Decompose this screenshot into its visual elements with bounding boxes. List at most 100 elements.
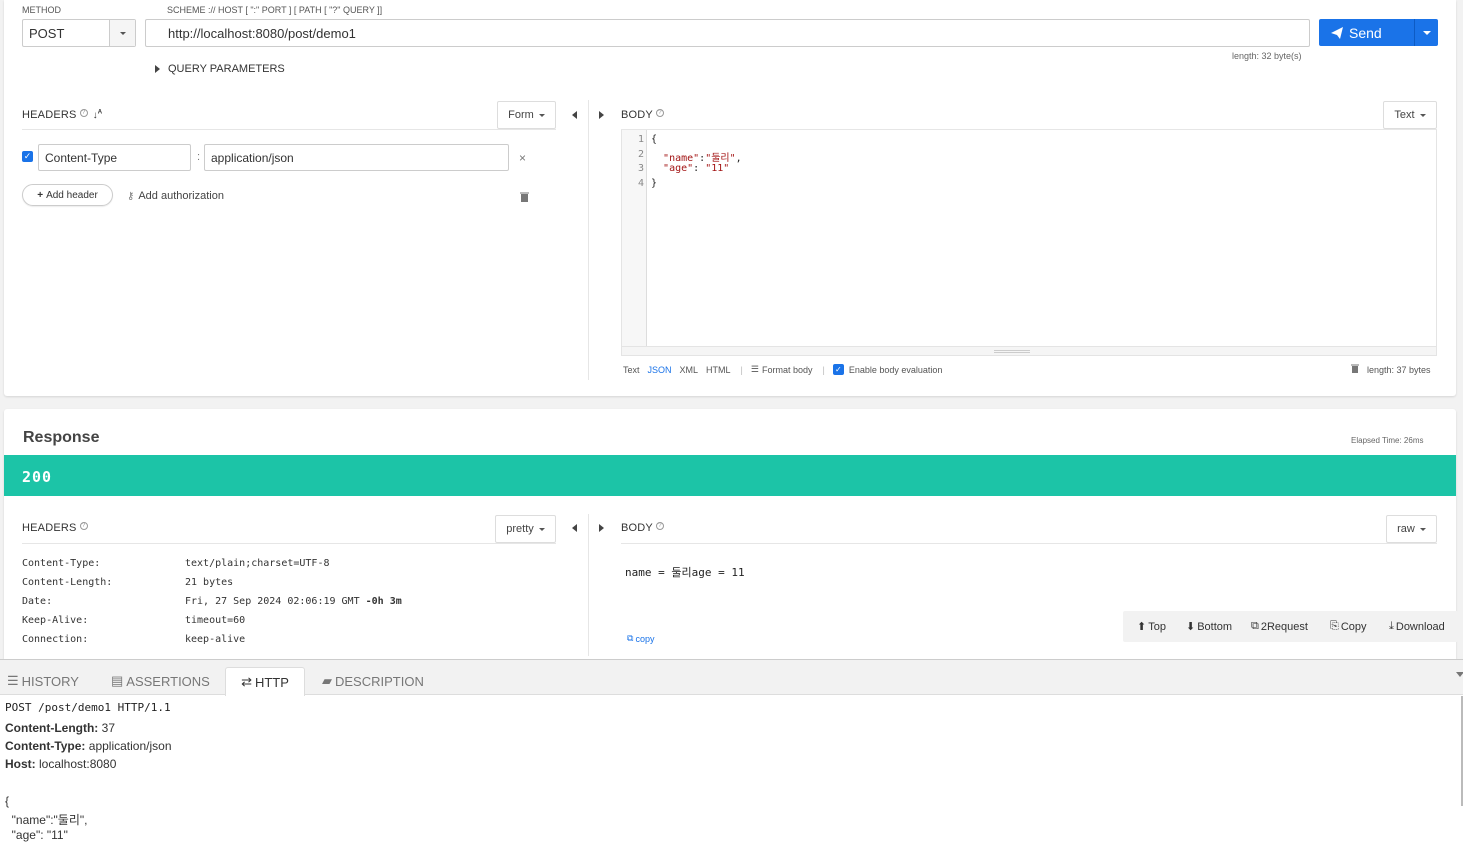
format-json-link[interactable]: JSON — [648, 365, 672, 375]
clear-body-icon[interactable] — [1351, 364, 1359, 375]
request-body-label: BODY — [621, 109, 653, 121]
tasks-icon: ▤ — [111, 673, 124, 688]
panel-splitter[interactable] — [588, 100, 589, 380]
duplicate-icon: ⧉ — [1251, 620, 1259, 632]
format-body-icon: ☰ — [750, 364, 759, 374]
download-icon: ⤓ — [1389, 620, 1394, 632]
http-header-key: Host: — [5, 757, 36, 771]
help-icon[interactable]: ? — [655, 522, 664, 530]
add-header-label: Add header — [46, 189, 98, 201]
collapse-right-icon[interactable] — [599, 111, 604, 119]
header-value-value: application/json — [211, 150, 294, 165]
add-header-button[interactable]: + Add header — [22, 184, 113, 206]
collapse-left-icon[interactable] — [572, 524, 577, 532]
method-label: METHOD — [22, 5, 61, 15]
response-body-mode-value: raw — [1397, 523, 1415, 535]
request-headers-title: HEADERS? ↓A — [22, 109, 102, 121]
enable-eval-label: Enable body evaluation — [848, 364, 943, 375]
download-button[interactable]: ⤓ Download — [1389, 620, 1445, 633]
header-name-value: Content-Type — [45, 150, 118, 165]
http-body-line: "name":"둘리", — [5, 813, 88, 827]
copy-link[interactable]: ⧉ copy — [627, 633, 654, 644]
http-header-line: Content-Type: application/json — [5, 739, 172, 753]
header-name-input[interactable]: Content-Type — [38, 144, 191, 171]
bottom-button[interactable]: ⬇ Bottom — [1186, 620, 1233, 634]
bottom-label: Bottom — [1197, 620, 1233, 633]
url-input[interactable]: http://localhost:8080/post/demo1 — [145, 19, 1310, 47]
enable-eval-checkbox[interactable]: ✓ — [832, 364, 844, 375]
clipboard-icon: ⎘ — [1330, 620, 1339, 632]
tab-assertions-label: ASSERTIONS — [126, 673, 210, 689]
add-authorization-link[interactable]: ⚷ Add authorization — [127, 190, 224, 202]
format-text-link[interactable]: Text — [623, 365, 640, 375]
trash-icon[interactable] — [520, 191, 529, 205]
tab-history-label: HISTORY — [21, 673, 79, 689]
to-request-button[interactable]: ⧉ 2Request — [1251, 620, 1308, 633]
response-header-value: keep-alive — [185, 634, 245, 645]
query-parameters-toggle[interactable]: QUERY PARAMETERS — [155, 63, 285, 75]
response-body-mode-dropdown[interactable]: raw — [1386, 515, 1437, 543]
url-label: SCHEME :// HOST [ ":" PORT ] [ PATH [ "?… — [167, 5, 383, 15]
code-line: } — [651, 177, 658, 189]
tab-description[interactable]: ▰ DESCRIPTION — [322, 667, 424, 695]
url-length: length: 32 byte(s) — [1232, 51, 1302, 61]
http-header-key: Content-Type: — [5, 739, 86, 753]
header-enabled-checkbox[interactable]: ✓ — [22, 151, 33, 162]
sort-icon[interactable]: ↓A — [93, 110, 103, 121]
method-value: POST — [29, 25, 65, 41]
format-xml-link[interactable]: XML — [680, 365, 699, 375]
http-header-line: Host: localhost:8080 — [5, 757, 116, 771]
response-header-value-text: Fri, 27 Sep 2024 02:06:19 GMT — [185, 596, 366, 607]
help-icon[interactable]: ? — [79, 522, 88, 530]
line-number: 2 — [637, 148, 644, 160]
divider — [22, 129, 556, 130]
editor-resize-handle[interactable] — [622, 346, 1436, 355]
arrow-down-icon: ⬇ — [1186, 621, 1196, 633]
http-request-line: POST /post/demo1 HTTP/1.1 — [5, 701, 171, 714]
help-icon[interactable]: ? — [655, 109, 664, 117]
send-button[interactable]: Send — [1319, 19, 1438, 46]
http-header-value: 37 — [98, 721, 115, 735]
format-html-link[interactable]: HTML — [706, 365, 731, 375]
response-headers-label: HEADERS — [22, 522, 77, 534]
tab-http[interactable]: ⇄ HTTP — [225, 667, 305, 696]
header-value-input[interactable]: application/json — [204, 144, 509, 171]
response-header-key: Content-Type: — [22, 558, 101, 569]
method-caret-icon[interactable] — [109, 20, 135, 46]
tab-assertions[interactable]: ▤ ASSERTIONS — [111, 667, 210, 695]
panel-splitter[interactable] — [588, 514, 589, 656]
response-headers-mode-dropdown[interactable]: pretty — [495, 515, 556, 543]
collapse-right-icon[interactable] — [599, 524, 604, 532]
http-header-line: Content-Length: 37 — [5, 721, 115, 735]
copy-button[interactable]: ⎘ Copy — [1330, 620, 1367, 633]
tab-history[interactable]: ☰ HISTORY — [7, 667, 79, 695]
response-header-value-text: 21 bytes — [185, 577, 234, 588]
line-number: 4 — [637, 177, 644, 189]
top-button[interactable]: ⬆ Top — [1137, 620, 1166, 634]
send-options-caret-icon[interactable] — [1414, 19, 1438, 46]
date-offset: -0h 3m — [365, 596, 402, 607]
response-body-text: name = 둘리age = 11 — [625, 566, 745, 579]
line-number: 1 — [637, 134, 644, 145]
http-header-value: localhost:8080 — [35, 757, 117, 771]
headers-mode-dropdown[interactable]: Form — [497, 101, 556, 129]
book-icon: ▰ — [322, 673, 332, 688]
response-header-value: timeout=60 — [185, 615, 245, 626]
method-select[interactable]: POST — [22, 19, 136, 47]
drawer-collapse-icon[interactable] — [1456, 672, 1463, 677]
response-body-label: BODY — [621, 522, 653, 534]
collapse-left-icon[interactable] — [572, 111, 577, 119]
response-header-key: Content-Length: — [22, 577, 113, 588]
response-header-value-text: text/plain;charset=UTF-8 — [185, 558, 330, 569]
http-body-line: { — [5, 794, 10, 808]
to-request-label: 2Request — [1260, 620, 1308, 633]
help-icon[interactable]: ? — [79, 109, 88, 117]
copy-label: Copy — [1340, 620, 1367, 633]
divider — [621, 543, 1437, 544]
remove-header-icon[interactable]: × — [519, 151, 526, 165]
http-header-key: Content-Length: — [5, 721, 99, 735]
body-mode-dropdown[interactable]: Text — [1383, 101, 1437, 129]
body-editor[interactable] — [621, 130, 1437, 356]
format-body-button[interactable]: Format body — [762, 365, 813, 375]
response-headers-mode-value: pretty — [506, 523, 534, 535]
